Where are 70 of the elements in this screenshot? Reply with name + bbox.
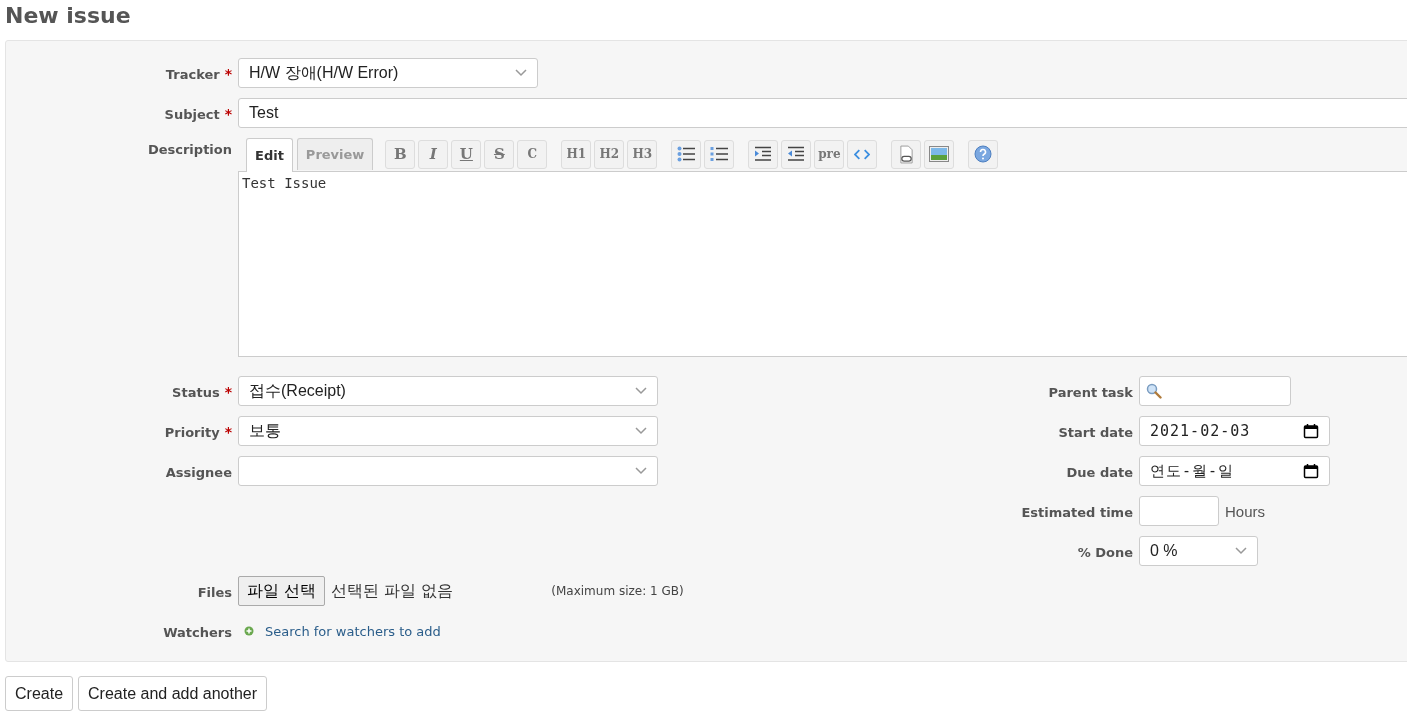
file-link-icon [898, 144, 914, 164]
format-button[interactable]: C [517, 139, 548, 169]
indent-button[interactable] [748, 139, 779, 169]
unit-label: Hours [1225, 502, 1265, 520]
format-button[interactable]: H2 [594, 139, 625, 169]
numbered-list-icon [710, 146, 729, 162]
help-icon [974, 145, 993, 163]
required-mark: * [224, 383, 232, 400]
date-field[interactable]: 연도-월-일 [1139, 456, 1330, 486]
field-label: Start date [1058, 424, 1133, 440]
chevron-icon [635, 387, 647, 395]
max-size-note: (Maximum size: 1 GB) [551, 584, 684, 598]
dropdown-select[interactable]: 보통 [238, 416, 658, 446]
submit-button[interactable]: Create [5, 676, 74, 711]
dropdown-select[interactable]: 접수(Receipt) [238, 376, 658, 406]
help-button[interactable] [968, 139, 999, 169]
field-label: Assignee [165, 464, 232, 480]
chevron-icon [635, 427, 647, 435]
format-button[interactable]: I [418, 139, 449, 169]
add-icon [244, 626, 254, 636]
numbered-list-button[interactable] [704, 139, 735, 169]
choose-file-button[interactable]: 파일 선택 [238, 576, 326, 606]
chevron-icon [635, 467, 647, 475]
format-button[interactable]: B [385, 139, 416, 169]
bulleted-list-button[interactable] [671, 139, 702, 169]
description-textarea[interactable]: Test Issue [238, 171, 1407, 357]
date-field[interactable]: 2021-02-03 [1139, 416, 1330, 446]
outdent-icon [787, 146, 806, 162]
field-label: Watchers [163, 624, 232, 640]
submit-button[interactable]: Create and add another [78, 676, 268, 711]
subject-field[interactable]: Test [238, 98, 1407, 128]
image-button[interactable] [924, 139, 955, 169]
chevron-icon [515, 69, 527, 77]
field-label: Status [172, 384, 220, 400]
editor-tab[interactable]: Edit [246, 138, 293, 172]
format-button[interactable]: S [484, 139, 515, 169]
file-status: 선택된 파일 없음 [331, 580, 454, 602]
page-title: New issue [5, 2, 132, 30]
bulleted-list-icon [677, 146, 696, 162]
format-button[interactable]: H3 [627, 139, 658, 169]
search-icon [1146, 383, 1162, 399]
indent-icon [754, 146, 773, 162]
field-label: Priority [164, 424, 220, 440]
code-button[interactable] [847, 139, 878, 169]
calendar-icon [1303, 423, 1319, 439]
image-icon [929, 146, 950, 162]
field-label: Description [147, 142, 232, 157]
chevron-icon [1235, 547, 1247, 555]
estimated-time-field[interactable] [1139, 496, 1219, 526]
field-label: % Done [1077, 544, 1133, 560]
format-button[interactable]: pre [814, 139, 845, 169]
done-select[interactable]: 0 % [1139, 536, 1258, 566]
field-label: Parent task [1048, 384, 1133, 400]
field-label: Due date [1066, 464, 1133, 480]
format-button[interactable]: H1 [561, 139, 592, 169]
field-label: Tracker [165, 66, 220, 82]
attachment-button[interactable] [891, 139, 922, 169]
watchers-link[interactable]: Search for watchers to add [265, 623, 441, 639]
code-icon [854, 148, 871, 160]
field-label: Files [197, 584, 232, 600]
tracker-select[interactable]: H/W 장애(H/W Error) [238, 58, 538, 88]
format-button[interactable]: U [451, 139, 482, 169]
required-mark: * [224, 105, 232, 122]
outdent-button[interactable] [781, 139, 812, 169]
required-mark: * [224, 65, 232, 82]
parent-task-field[interactable] [1139, 376, 1291, 406]
calendar-icon [1303, 463, 1319, 479]
field-label: Estimated time [1021, 504, 1133, 520]
field-label: Subject [164, 106, 220, 122]
required-mark: * [224, 423, 232, 440]
